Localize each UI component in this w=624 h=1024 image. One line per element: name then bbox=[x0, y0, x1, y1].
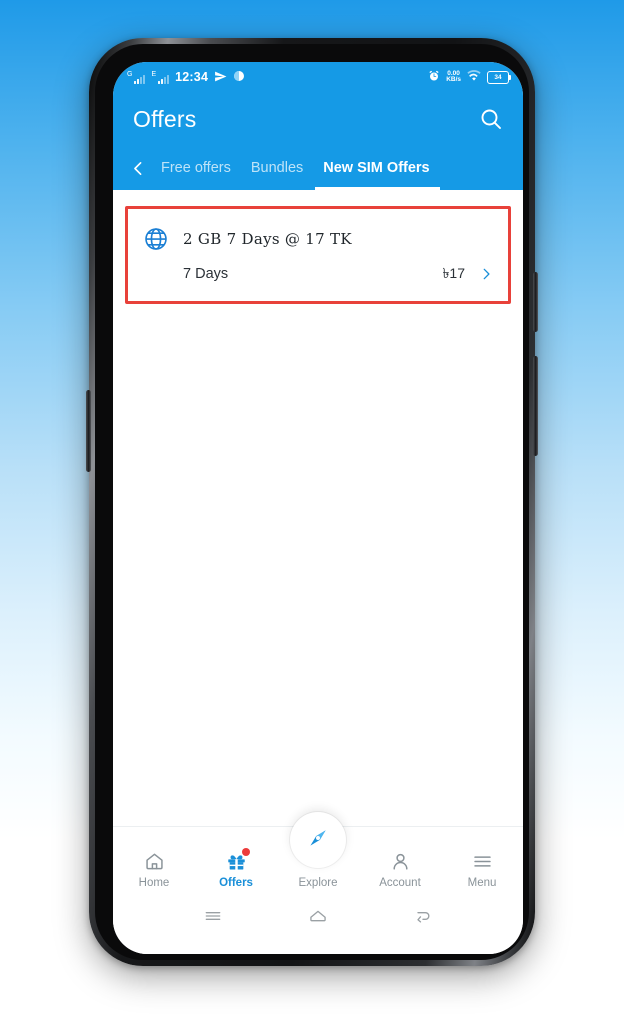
person-icon bbox=[390, 850, 411, 872]
signal-icon-sim2: E bbox=[151, 70, 170, 84]
nav-label-menu: Menu bbox=[467, 877, 497, 889]
data-rate-indicator: 0.00 KB/s bbox=[446, 70, 461, 84]
offers-badge bbox=[241, 848, 250, 856]
send-icon bbox=[214, 70, 227, 85]
bottom-area: Home Offers Explore Account Menu bbox=[113, 812, 523, 954]
title-bar: Offers bbox=[113, 92, 523, 146]
screen-bottom-fill bbox=[113, 936, 523, 954]
backdrop: G E 12:34 0.00 KB/s 34 Offers Free offer… bbox=[0, 0, 624, 1024]
nav-label-offers: Offers bbox=[219, 877, 253, 889]
battery-icon: 34 bbox=[487, 70, 512, 84]
app-header: G E 12:34 0.00 KB/s 34 Offers Free offer… bbox=[113, 62, 523, 190]
page-title: Offers bbox=[133, 105, 197, 132]
tab-new-sim-offers[interactable]: New SIM Offers bbox=[313, 146, 440, 190]
gift-icon bbox=[226, 848, 250, 872]
nav-item-home[interactable]: Home bbox=[113, 850, 195, 889]
offer-price: ৳17 bbox=[442, 265, 465, 281]
offer-card-top-row: 2 GB 7 Days @ 17 TK bbox=[143, 226, 493, 252]
offer-validity: 7 Days bbox=[183, 266, 229, 282]
nav-item-offers[interactable]: Offers bbox=[195, 848, 277, 889]
phone-screen: G E 12:34 0.00 KB/s 34 Offers Free offer… bbox=[113, 62, 523, 954]
signal-icon-sim1: G bbox=[127, 70, 146, 84]
offer-card[interactable]: 2 GB 7 Days @ 17 TK 7 Days ৳17 bbox=[129, 210, 507, 300]
back-chevron-icon[interactable] bbox=[125, 146, 151, 190]
power-button[interactable] bbox=[533, 272, 538, 332]
home-outline-icon[interactable] bbox=[307, 905, 329, 927]
network-type-sim1: G bbox=[127, 70, 133, 78]
battery-level-text: 34 bbox=[494, 73, 502, 81]
network-type-sim2: E bbox=[151, 70, 157, 78]
nav-item-menu[interactable]: Menu bbox=[441, 850, 523, 889]
tab-bundles[interactable]: Bundles bbox=[241, 146, 313, 190]
compass-icon bbox=[304, 824, 332, 857]
wifi-icon bbox=[467, 70, 481, 84]
nav-label-explore: Explore bbox=[298, 877, 338, 889]
nav-label-account: Account bbox=[379, 877, 421, 889]
status-bar-clock: 12:34 bbox=[175, 70, 209, 84]
offers-list: 2 GB 7 Days @ 17 TK 7 Days ৳17 bbox=[113, 190, 523, 826]
alarm-clock-icon bbox=[428, 70, 440, 84]
volume-button-right[interactable] bbox=[533, 356, 538, 456]
globe-icon bbox=[143, 226, 169, 252]
hamburger-icon bbox=[472, 850, 493, 872]
tab-bar: Free offers Bundles New SIM Offers bbox=[113, 146, 523, 190]
data-rate-unit: KB/s bbox=[446, 76, 461, 83]
status-bar-left: G E 12:34 bbox=[127, 70, 428, 85]
explore-fab[interactable] bbox=[290, 812, 346, 868]
volume-button-left[interactable] bbox=[86, 390, 91, 472]
search-icon[interactable] bbox=[479, 107, 503, 131]
system-navigation-bar bbox=[113, 896, 523, 936]
status-bar-right: 0.00 KB/s 34 bbox=[428, 70, 512, 84]
phone-bezel: G E 12:34 0.00 KB/s 34 Offers Free offer… bbox=[95, 44, 529, 960]
back-arrow-icon[interactable] bbox=[412, 905, 434, 927]
offer-highlight-box: 2 GB 7 Days @ 17 TK 7 Days ৳17 bbox=[125, 206, 511, 304]
offer-card-bottom-row: 7 Days ৳17 bbox=[143, 262, 493, 286]
offer-title: 2 GB 7 Days @ 17 TK bbox=[183, 230, 352, 248]
status-bar: G E 12:34 0.00 KB/s 34 bbox=[113, 62, 523, 92]
moon-icon bbox=[233, 70, 245, 84]
nav-item-account[interactable]: Account bbox=[359, 850, 441, 889]
tab-free-offers[interactable]: Free offers bbox=[151, 146, 241, 190]
phone-frame: G E 12:34 0.00 KB/s 34 Offers Free offer… bbox=[86, 38, 538, 966]
home-icon bbox=[144, 850, 165, 872]
nav-label-home: Home bbox=[138, 877, 170, 889]
recents-icon[interactable] bbox=[202, 905, 224, 927]
chevron-right-icon[interactable] bbox=[479, 267, 493, 281]
